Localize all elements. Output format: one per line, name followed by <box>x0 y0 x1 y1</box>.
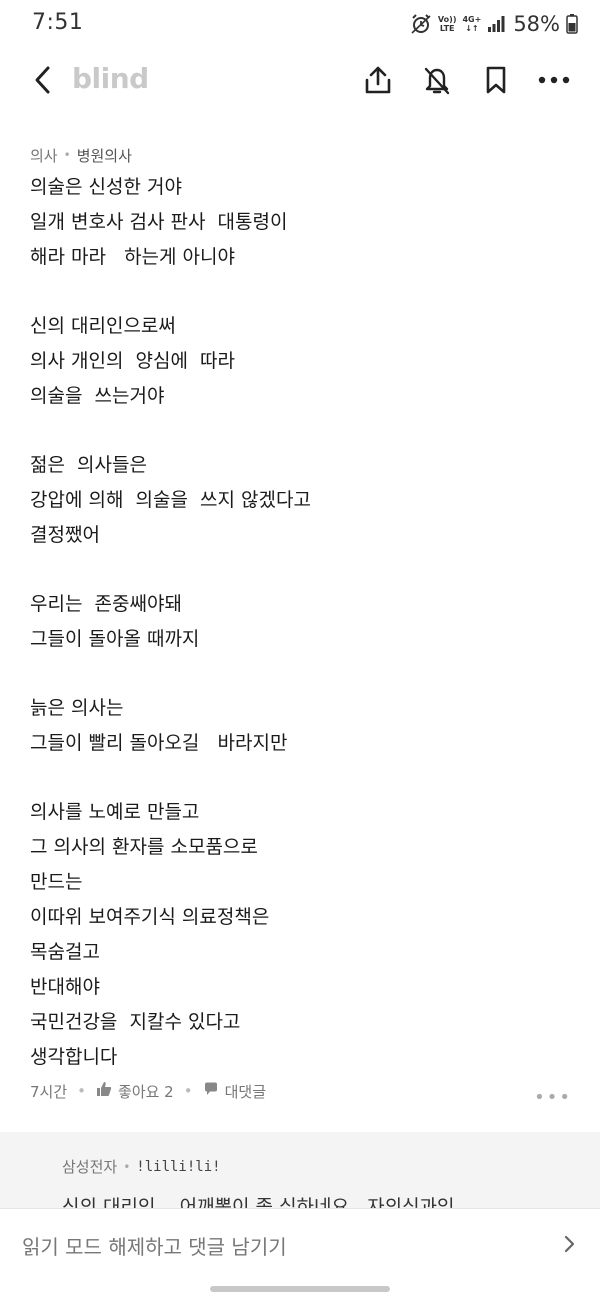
body-line: 그들이 돌아올 때까지 <box>30 628 200 650</box>
body-line: 신의 대리인으로써 <box>30 315 176 337</box>
chevron-right-icon <box>560 1232 580 1256</box>
post-more-icon[interactable]: ••• <box>534 1087 572 1108</box>
more-options-icon[interactable] <box>537 64 570 96</box>
separator-dot: • <box>123 1159 131 1174</box>
body-line: 강압에 의해 의술을 쓰지 않겠다고 <box>30 489 311 511</box>
body-line: 그 의사의 환자를 소모품으로 <box>30 836 258 858</box>
comment-meta: 삼성전자 • !lilli!li! <box>62 1156 221 1177</box>
like-label: 좋아요 2 <box>118 1082 174 1101</box>
network-type-indicator: 4G+ ↓↑ <box>462 15 482 33</box>
separator-dot: • <box>77 1082 87 1100</box>
body-line: 우리는 존중쌔야돼 <box>30 593 182 615</box>
body-line: 이따위 보여주기식 의료정책은 <box>30 906 270 928</box>
post-time: 7시간 <box>30 1082 68 1101</box>
body-line: 의사 개인의 양심에 따라 <box>30 350 235 372</box>
post-footer: 7시간 • 좋아요 2 • 대댓글 <box>30 1076 575 1106</box>
thumbs-up-icon <box>96 1081 112 1101</box>
brand-logo: blind <box>72 62 149 95</box>
comment-company: 삼성전자 <box>62 1158 118 1176</box>
body-line: 생각합니다 <box>30 1046 118 1068</box>
body-line: 의사를 노예로 만들고 <box>30 801 200 823</box>
comment-text: 신의 대리인... 어깨뽕이 좀 심하네요.. 자의식과잉 <box>62 1196 455 1208</box>
notification-off-icon[interactable] <box>421 64 453 96</box>
status-bar: 7:51 Vo)) LTE 4G+ ↓↑ 58% <box>0 0 600 46</box>
comment-nickname: !lilli!li! <box>136 1158 221 1175</box>
paragraph: 신의 대리인으로써 의사 개인의 양심에 따라 의술을 쓰는거야 <box>30 309 575 414</box>
body-line: 반대해야 <box>30 976 100 998</box>
battery-percent: 58% <box>513 12 560 36</box>
body-line: 목숨걸고 <box>30 941 100 963</box>
paragraph: 늙은 의사는 그들이 빨리 돌아오길 바라지만 <box>30 691 575 761</box>
reply-button[interactable]: 대댓글 <box>203 1081 266 1102</box>
paragraph: 의사를 노예로 만들고 그 의사의 환자를 소모품으로 만드는 이따위 보여주기… <box>30 795 575 1075</box>
body-line: 국민건강을 지칼수 있다고 <box>30 1011 241 1033</box>
post-content: 의사 • 병원의사 의술은 신성한 거야 일개 변호사 검사 판사 대통령이 해… <box>30 140 575 1075</box>
home-indicator[interactable] <box>210 1286 390 1292</box>
body-line: 젊은 의사들은 <box>30 454 147 476</box>
body-line: 결정쨌어 <box>30 524 100 546</box>
paragraph: 우리는 존중쌔야돼 그들이 돌아올 때까지 <box>30 587 575 657</box>
paragraph: 젊은 의사들은 강압에 의해 의술을 쓰지 않겠다고 결정쨌어 <box>30 448 575 553</box>
body-line: 만드는 <box>30 871 83 893</box>
alarm-icon <box>410 13 432 35</box>
body-line: 그들이 빨리 돌아오길 바라지만 <box>30 732 288 754</box>
like-button[interactable]: 좋아요 2 <box>96 1081 174 1102</box>
reading-mode-bar[interactable]: 읽기 모드 해제하고 댓글 남기기 <box>0 1208 600 1278</box>
body-line: 일개 변호사 검사 판사 대통령이 <box>30 211 288 233</box>
body-line: 의술을 쓰는거야 <box>30 385 165 407</box>
paragraph: 의술은 신성한 거야 일개 변호사 검사 판사 대통령이 해라 마라 하는게 아… <box>30 170 575 275</box>
back-arrow-icon[interactable] <box>30 64 58 96</box>
post-category: 의사 • 병원의사 <box>30 140 575 170</box>
speech-bubble-icon <box>203 1081 219 1101</box>
battery-icon <box>566 14 578 34</box>
separator-dot: • <box>183 1082 193 1100</box>
share-icon[interactable] <box>362 64 394 96</box>
body-line: 늙은 의사는 <box>30 697 124 719</box>
body-line: 해라 마라 하는게 아니야 <box>30 246 235 268</box>
category-label[interactable]: 의사 <box>30 145 58 166</box>
subcategory-label[interactable]: 병원의사 <box>77 145 132 166</box>
body-line: 의술은 신성한 거야 <box>30 176 182 198</box>
comment-preview[interactable]: 삼성전자 • !lilli!li! 신의 대리인... 어깨뽕이 좀 심하네요.… <box>0 1132 600 1208</box>
status-icons: Vo)) LTE 4G+ ↓↑ 58% <box>410 12 578 36</box>
bookmark-icon[interactable] <box>480 64 512 96</box>
signal-icon <box>487 15 505 33</box>
reply-label: 대댓글 <box>224 1082 266 1101</box>
separator-dot: • <box>63 148 71 162</box>
status-time: 7:51 <box>32 10 84 35</box>
exit-reading-mode-label: 읽기 모드 해제하고 댓글 남기기 <box>22 1235 287 1259</box>
app-bar: blind <box>0 50 600 110</box>
volte-indicator: Vo)) LTE <box>437 15 457 33</box>
